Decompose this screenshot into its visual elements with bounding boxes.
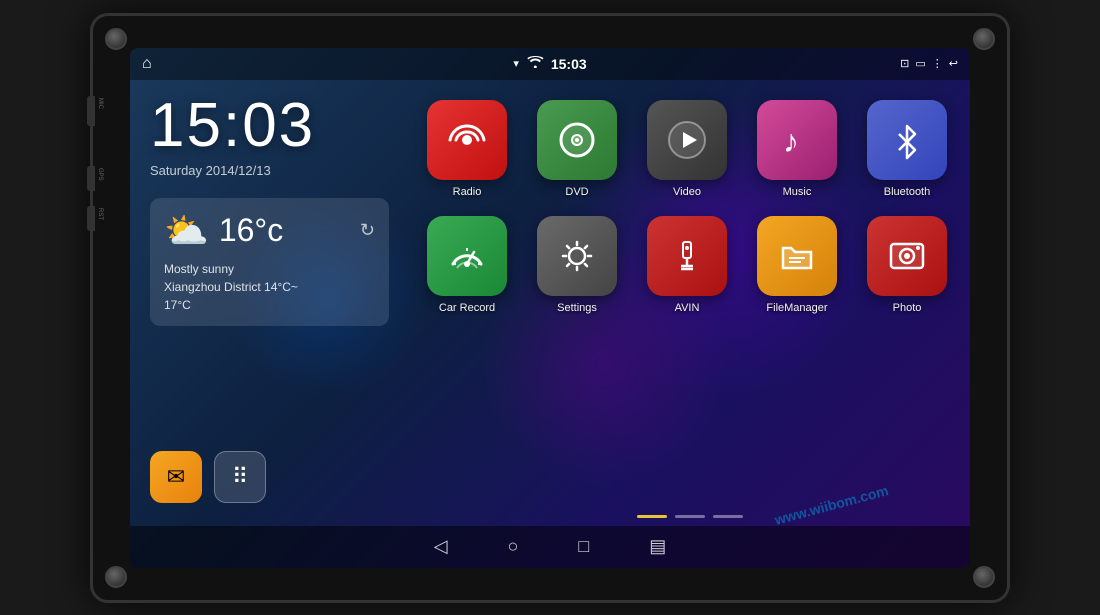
screen: ⌂ ▾ 15:03 ⊡ ▭ ⋮ ↩ [130,48,970,568]
weather-refresh-icon[interactable]: ↻ [360,220,375,241]
app-label-bluetooth: Bluetooth [884,186,930,198]
gps-label: GPS [97,168,103,181]
app-label-dvd: DVD [565,186,588,198]
back-status-icon[interactable]: ↩ [949,57,958,70]
rst-button[interactable] [87,206,95,231]
app-icon-photo [867,216,947,296]
status-right: ⊡ ▭ ⋮ ↩ [900,57,958,70]
android-screen: ⌂ ▾ 15:03 ⊡ ▭ ⋮ ↩ [130,48,970,568]
app-row-1: Radio DVD [419,100,955,198]
camera-status-icon: ⊡ [900,57,909,70]
weather-icon: ⛅ [164,210,209,252]
nav-recent-button[interactable]: □ [578,536,589,557]
device-body: MIC GPS RST ⌂ ▾ 15:03 [90,13,1010,603]
app-icon-dvd [537,100,617,180]
app-settings[interactable]: Settings [529,216,625,314]
svg-text:♪: ♪ [783,123,799,159]
app-filemanager[interactable]: FileManager [749,216,845,314]
dock-email-icon[interactable]: ✉ [150,451,202,503]
clock-time: 15:03 [150,95,389,157]
weather-description: Mostly sunny Xiangzhou District 14°C~ 17… [164,260,375,314]
screw-tl [105,28,127,50]
menu-status-icon[interactable]: ⋮ [932,57,943,70]
app-icon-bluetooth [867,100,947,180]
app-icon-carrecord [427,216,507,296]
app-carrecord[interactable]: Car Record [419,216,515,314]
app-icon-music: ♪ [757,100,837,180]
app-music[interactable]: ♪ Music [749,100,845,198]
status-left: ⌂ [142,55,152,73]
wifi-icon [527,56,543,71]
nav-bar: ◁ ○ □ ▤ [130,526,970,568]
mic-button[interactable] [87,96,95,126]
screw-br [973,566,995,588]
nav-home-button[interactable]: ○ [508,536,519,557]
status-bar: ⌂ ▾ 15:03 ⊡ ▭ ⋮ ↩ [130,48,970,80]
mic-label: MIC [97,98,103,109]
app-label-music: Music [783,186,812,198]
app-label-settings: Settings [557,302,597,314]
rst-label: RST [97,208,103,220]
status-time: 15:03 [551,56,587,72]
weather-top: ⛅ 16°c ↻ [164,210,375,252]
weather-widget[interactable]: ⛅ 16°c ↻ Mostly sunny Xiangzhou District… [150,198,389,326]
app-label-avin: AVIN [675,302,700,314]
app-grid: Radio DVD [409,80,970,526]
app-icon-avin [647,216,727,296]
gps-button[interactable] [87,166,95,191]
app-video[interactable]: Video [639,100,735,198]
home-icon[interactable]: ⌂ [142,55,152,73]
app-bluetooth[interactable]: Bluetooth [859,100,955,198]
left-panel: 15:03 Saturday 2014/12/13 ⛅ 16°c ↻ Mostl… [130,80,409,526]
app-avin[interactable]: AVIN [639,216,735,314]
screw-tr [973,28,995,50]
dock-apps-icon[interactable]: ⠿ [214,451,266,503]
app-label-photo: Photo [893,302,922,314]
nav-back-button[interactable]: ◁ [434,536,448,557]
location-icon: ▾ [513,57,519,70]
battery-status-icon: ▭ [915,57,925,70]
weather-temp: 16°c [219,212,283,249]
app-icon-filemanager [757,216,837,296]
main-content: 15:03 Saturday 2014/12/13 ⛅ 16°c ↻ Mostl… [130,80,970,526]
screw-bl [105,566,127,588]
app-label-video: Video [673,186,701,198]
app-dvd[interactable]: DVD [529,100,625,198]
app-radio[interactable]: Radio [419,100,515,198]
app-icon-video [647,100,727,180]
app-icon-radio [427,100,507,180]
status-center: ▾ 15:03 [513,56,586,72]
clock-date: Saturday 2014/12/13 [150,163,389,178]
app-label-carrecord: Car Record [439,302,495,314]
app-icon-settings [537,216,617,296]
dock-area: ✉ ⠿ [150,451,389,511]
app-label-radio: Radio [453,186,482,198]
app-row-2: Car Record Settings [419,216,955,314]
app-photo[interactable]: Photo [859,216,955,314]
nav-menu-button[interactable]: ▤ [649,536,666,557]
app-label-filemanager: FileManager [766,302,827,314]
